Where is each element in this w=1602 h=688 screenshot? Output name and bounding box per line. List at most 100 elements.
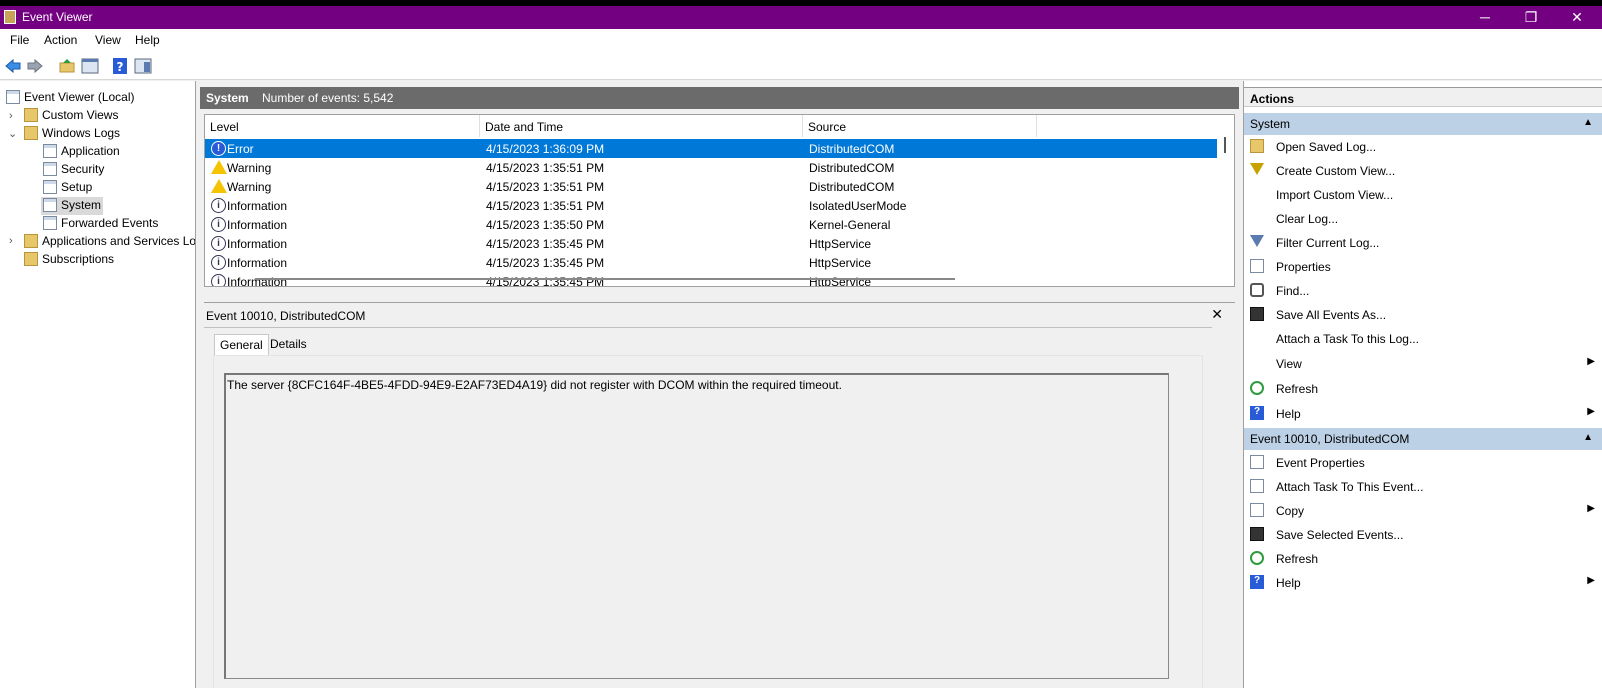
close-detail-icon[interactable]: ✕ [1211,306,1223,323]
menu-bar: File Action View Help [0,29,1602,52]
action-attach-task-to-event[interactable]: Attach Task To This Event... [1244,476,1602,498]
menu-help[interactable]: Help [135,33,160,47]
forward-arrow-icon[interactable] [26,57,44,75]
action-properties[interactable]: Properties [1244,256,1602,278]
toolbar: ? [0,52,1602,80]
copy-icon [1250,503,1264,517]
tree-node-custom-views[interactable]: Custom Views [24,107,118,125]
help-icon[interactable]: ? [111,57,129,75]
submenu-arrow-icon: ▶ [1587,356,1595,367]
tree-node-app-services-logs[interactable]: Applications and Services Lo [24,233,195,251]
action-refresh[interactable]: Refresh [1244,378,1602,400]
expand-chevron-icon[interactable]: › [9,110,19,122]
refresh-icon [1250,381,1264,395]
log-icon [43,215,57,230]
open-folder-icon [1250,139,1264,153]
action-event-properties[interactable]: Event Properties [1244,452,1602,474]
table-row[interactable]: Warning 4/15/2023 1:35:51 PM Distributed… [205,177,1217,196]
information-icon: i [211,198,226,213]
table-row[interactable]: i Information 4/15/2023 1:35:50 PM Kerne… [205,215,1217,234]
column-header-date-time[interactable]: Date and Time [480,115,803,137]
action-import-custom-view[interactable]: Import Custom View... [1244,184,1602,206]
tree-node-forwarded-events[interactable]: Forwarded Events [43,215,158,233]
action-open-saved-log[interactable]: Open Saved Log... [1244,136,1602,158]
minimize-button[interactable]: ─ [1462,6,1508,29]
menu-action[interactable]: Action [44,33,77,47]
action-copy[interactable]: Copy ▶ [1244,500,1602,522]
event-count: Number of events: 5,542 [262,91,394,105]
close-button[interactable]: ✕ [1554,6,1600,29]
information-icon: i [211,236,226,251]
show-hide-action-pane-icon[interactable] [134,57,152,75]
log-name: System [206,91,249,105]
task-scheduler-icon [1250,479,1264,493]
log-icon [43,143,57,158]
tree-node-setup[interactable]: Setup [43,179,92,197]
tree-node-system[interactable]: System [41,197,104,215]
action-attach-task-to-log[interactable]: Attach a Task To this Log... [1244,328,1602,350]
actions-pane: Actions System ▲ Open Saved Log... Create… [1243,81,1602,688]
tab-details[interactable]: Details [265,334,312,355]
action-find[interactable]: Find... [1244,280,1602,302]
table-row[interactable]: Warning 4/15/2023 1:35:51 PM Distributed… [205,158,1217,177]
table-row[interactable]: i Information 4/15/2023 1:35:45 PM HttpS… [205,234,1217,253]
action-create-custom-view[interactable]: Create Custom View... [1244,160,1602,182]
action-save-selected-events[interactable]: Save Selected Events... [1244,524,1602,546]
folder-icon [24,233,38,248]
maximize-button[interactable]: ❐ [1508,6,1554,29]
action-clear-log[interactable]: Clear Log... [1244,208,1602,230]
scrollbar-thumb[interactable] [1224,137,1226,153]
vertical-scrollbar[interactable] [1220,137,1232,286]
information-icon: i [211,255,226,270]
folder-up-icon[interactable] [58,57,76,75]
table-row[interactable]: i Information 4/15/2023 1:35:51 PM Isola… [205,196,1217,215]
event-detail-pane: Event 10010, DistributedCOM ✕ General De… [204,302,1235,688]
tree-node-root[interactable]: Event Viewer (Local) [6,89,135,107]
filter-funnel-icon [1250,235,1264,247]
information-icon: i [211,274,226,286]
collapse-chevron-icon[interactable]: ⌄ [8,127,18,140]
submenu-arrow-icon: ▶ [1587,406,1595,417]
tree-node-windows-logs[interactable]: Windows Logs [24,125,120,143]
show-hide-tree-icon[interactable] [81,57,99,75]
actions-section-system[interactable]: System ▲ [1244,113,1602,135]
menu-file[interactable]: File [10,33,29,47]
action-filter-current-log[interactable]: Filter Current Log... [1244,232,1602,254]
title-bar[interactable]: Event Viewer ─ ❐ ✕ [0,6,1602,29]
event-message[interactable]: The server {8CFC164F-4BE5-4FDD-94E9-E2AF… [224,373,1169,679]
action-refresh-event[interactable]: Refresh [1244,548,1602,570]
error-icon: ! [211,141,226,156]
log-icon [43,161,57,176]
properties-icon [1250,259,1264,273]
event-viewer-window: Event Viewer ─ ❐ ✕ File Action View Help… [0,6,1602,688]
collapse-caret-icon[interactable]: ▲ [1583,432,1593,443]
log-icon [43,179,57,194]
console-tree: Event Viewer (Local) › Custom Views ⌄ Wi… [0,81,196,688]
horizontal-scrollbar[interactable] [255,278,955,280]
back-arrow-icon[interactable] [4,57,22,75]
table-row[interactable]: i Information 4/15/2023 1:35:45 PM HttpS… [205,253,1217,272]
tree-node-subscriptions[interactable]: Subscriptions [24,251,114,269]
properties-icon [1250,455,1264,469]
action-help-event[interactable]: ? Help ▶ [1244,572,1602,594]
folder-icon [24,251,38,266]
submenu-arrow-icon: ▶ [1587,503,1595,514]
actions-section-event[interactable]: Event 10010, DistributedCOM ▲ [1244,428,1602,450]
expand-chevron-icon[interactable]: › [9,235,19,247]
collapse-caret-icon[interactable]: ▲ [1583,117,1593,128]
refresh-icon [1250,551,1264,565]
action-view[interactable]: View ▶ [1244,353,1602,375]
tab-general[interactable]: General [214,334,269,355]
divider [204,327,1212,328]
table-row[interactable]: ! Error 4/15/2023 1:36:09 PM Distributed… [205,139,1217,158]
center-pane: System Number of events: 5,542 Level Dat… [200,81,1239,688]
column-header-source[interactable]: Source [803,115,1037,137]
actions-title: Actions [1244,87,1602,107]
tree-node-application[interactable]: Application [43,143,120,161]
column-header-level[interactable]: Level [205,115,480,137]
action-help[interactable]: ? Help ▶ [1244,403,1602,425]
menu-view[interactable]: View [95,33,121,47]
save-disk-icon [1250,307,1264,321]
tree-node-security[interactable]: Security [43,161,104,179]
action-save-all-events[interactable]: Save All Events As... [1244,304,1602,326]
